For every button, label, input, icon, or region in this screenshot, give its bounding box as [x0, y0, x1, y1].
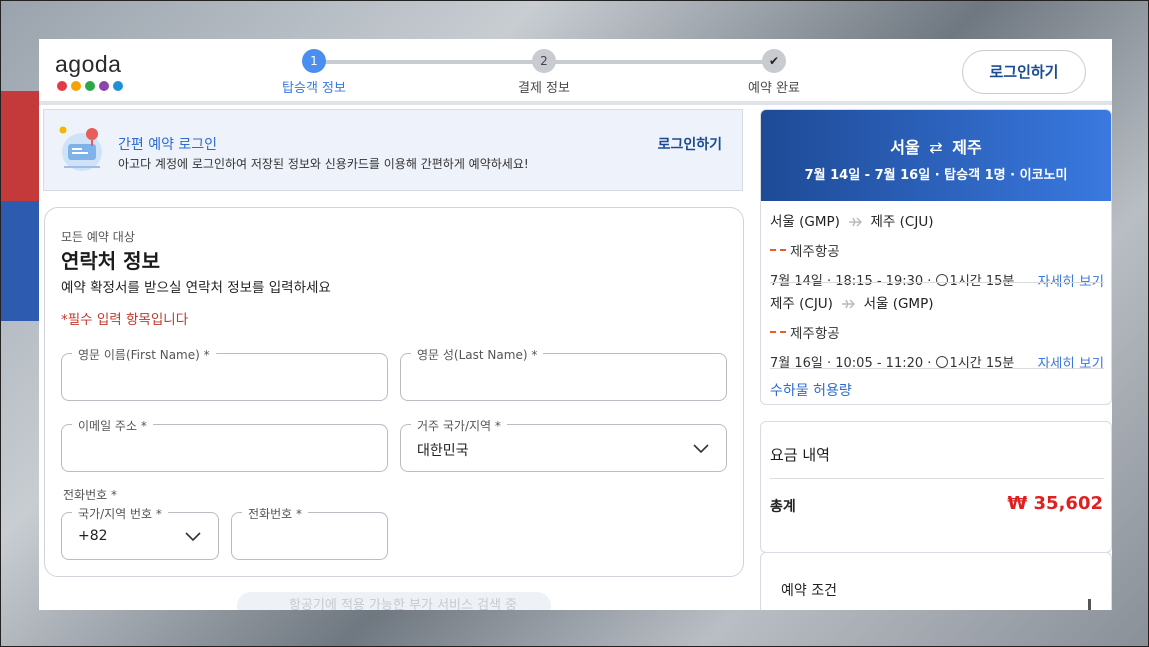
scrollbar-thumb[interactable]: [1088, 599, 1091, 610]
checkmark-icon: ✔: [762, 49, 786, 73]
quick-login-link[interactable]: 로그인하기: [658, 134, 722, 154]
price-breakdown-card: 요금 내역 총계 ₩ 35,602: [760, 421, 1112, 553]
background-image-red: [1, 91, 39, 201]
summary-header: 서울 ⇄ 제주 7월 14일 - 7월 16일 · 탑승객 1명 · 이코노미: [761, 110, 1111, 201]
route-title: 서울 ⇄ 제주: [761, 134, 1111, 158]
trip-info: 7월 14일 - 7월 16일 · 탑승객 1명 · 이코노미: [804, 168, 1068, 183]
chevron-down-icon: [693, 444, 709, 454]
logo-dot-purple: [99, 81, 109, 91]
segment-divider: [770, 368, 1104, 369]
background-image-blue: [1, 201, 41, 321]
quick-login-title: 간편 예약 로그인: [118, 137, 218, 153]
segment-to: 서울 (GMP): [863, 296, 934, 312]
segment-route: 제주 (CJU) 서울 (GMP): [770, 292, 1104, 312]
step-payment-info: 2 결제 정보: [494, 49, 594, 96]
contact-info-card: 모든 예약 대상 연락처 정보 예약 확정서를 받으실 연락처 정보를 입력하세…: [44, 207, 744, 577]
view-details-link[interactable]: 자세히 보기: [1038, 270, 1104, 290]
phone-heading: 전화번호 *: [63, 488, 117, 502]
step-label: 탑승객 정보: [282, 81, 346, 96]
logo-dot-green: [85, 81, 95, 91]
conditions-title: 예약 조건: [781, 583, 837, 599]
airline-logo-icon: [770, 249, 786, 255]
required-note: *필수 입력 항목입니다: [61, 312, 189, 328]
logo-dot-yellow: [71, 81, 81, 91]
step-passenger-info: 1 탑승객 정보: [264, 49, 364, 96]
phone-code-label: 국가/지역 번호 *: [72, 505, 168, 522]
contact-subtitle: 모든 예약 대상: [61, 230, 135, 244]
header: agoda 1 탑승객 정보 2 결제 정보 ✔ 예약 완료 로그인하기: [39, 39, 1112, 105]
airline-logo-icon: [770, 331, 786, 337]
total-value: ₩ 35,602: [1007, 493, 1103, 514]
chevron-down-icon: [185, 532, 201, 542]
logo-text: agoda: [55, 51, 122, 77]
quick-login-description: 아고다 계정에 로그인하여 저장된 정보와 신용카드를 이용해 간편하게 예약하…: [118, 157, 529, 171]
baggage-allowance-link[interactable]: 수하물 허용량: [770, 380, 852, 400]
route-from: 서울: [890, 138, 920, 157]
clock-icon: [935, 274, 948, 286]
flight-segment-outbound: 서울 (GMP) 제주 (CJU) 제주항공 7월 14일 · 18:15 - …: [770, 210, 1104, 290]
airline: 제주항공: [770, 240, 1104, 260]
swap-icon: ⇄: [929, 138, 943, 157]
airline: 제주항공: [770, 322, 1104, 342]
contact-title: 연락처 정보: [61, 249, 160, 273]
view-details-link[interactable]: 자세히 보기: [1038, 352, 1104, 372]
last-name-field[interactable]: 영문 성(Last Name) *: [400, 346, 727, 401]
first-name-label: 영문 이름(First Name) *: [72, 346, 216, 363]
addon-search-notice: 항공기에 적용 가능한 부가 서비스 검색 중: [237, 592, 551, 610]
contact-description: 예약 확정서를 받으실 연락처 정보를 입력하세요: [61, 280, 331, 296]
phone-number-label: 전화번호 *: [242, 505, 308, 522]
step-number: 2: [532, 49, 556, 73]
segment-to: 제주 (CJU): [870, 214, 934, 230]
plane-icon: [842, 299, 856, 309]
booking-page: agoda 1 탑승객 정보 2 결제 정보 ✔ 예약 완료 로그인하기 간편 …: [39, 39, 1112, 610]
first-name-field[interactable]: 영문 이름(First Name) *: [61, 346, 388, 401]
step-label: 예약 완료: [748, 81, 800, 96]
addon-search-text: 항공기에 적용 가능한 부가 서비스 검색 중: [289, 598, 518, 610]
country-select[interactable]: 거주 국가/지역 * 대한민국: [400, 417, 727, 472]
step-number: 1: [302, 49, 326, 73]
phone-number-field[interactable]: 전화번호 *: [231, 505, 388, 560]
step-label: 결제 정보: [518, 81, 570, 96]
plane-icon: [849, 217, 863, 227]
segment-route: 서울 (GMP) 제주 (CJU): [770, 210, 1104, 230]
last-name-label: 영문 성(Last Name) *: [411, 346, 544, 363]
phone-country-code-select[interactable]: 국가/지역 번호 * +82: [61, 505, 219, 560]
logo-dots: [57, 81, 123, 91]
clock-icon: [935, 356, 948, 368]
segment-divider: [770, 282, 1104, 283]
airline-name: 제주항공: [790, 326, 840, 342]
email-label: 이메일 주소 *: [72, 417, 153, 434]
step-booking-complete: ✔ 예약 완료: [724, 49, 824, 96]
logo-dot-red: [57, 81, 67, 91]
segment-times: 7월 14일 · 18:15 - 19:30 · 1시간 15분 자세히 보기: [770, 270, 1104, 290]
segment-from: 제주 (CJU): [770, 296, 833, 312]
logo-dot-blue: [113, 81, 123, 91]
airline-name: 제주항공: [790, 244, 840, 260]
progress-steps: 1 탑승객 정보 2 결제 정보 ✔ 예약 완료: [279, 49, 819, 99]
price-divider: [770, 478, 1104, 479]
country-value: 대한민국: [417, 443, 469, 459]
phone-code-value: +82: [78, 528, 108, 544]
flight-summary-card: 서울 ⇄ 제주 7월 14일 - 7월 16일 · 탑승객 1명 · 이코노미 …: [760, 109, 1112, 405]
segment-from: 서울 (GMP): [770, 214, 840, 230]
route-to: 제주: [952, 138, 982, 157]
quick-login-banner: 간편 예약 로그인 아고다 계정에 로그인하여 저장된 정보와 신용카드를 이용…: [43, 109, 743, 191]
country-label: 거주 국가/지역 *: [411, 417, 507, 434]
email-field[interactable]: 이메일 주소 *: [61, 417, 388, 472]
flight-segment-return: 제주 (CJU) 서울 (GMP) 제주항공 7월 16일 · 10:05 - …: [770, 292, 1104, 372]
total-label: 총계: [770, 499, 796, 515]
agoda-logo[interactable]: agoda: [55, 51, 123, 91]
price-title: 요금 내역: [770, 446, 830, 464]
booking-conditions-card[interactable]: 예약 조건: [760, 552, 1112, 610]
login-button[interactable]: 로그인하기: [962, 50, 1086, 94]
quick-login-illustration-icon: [59, 126, 102, 171]
